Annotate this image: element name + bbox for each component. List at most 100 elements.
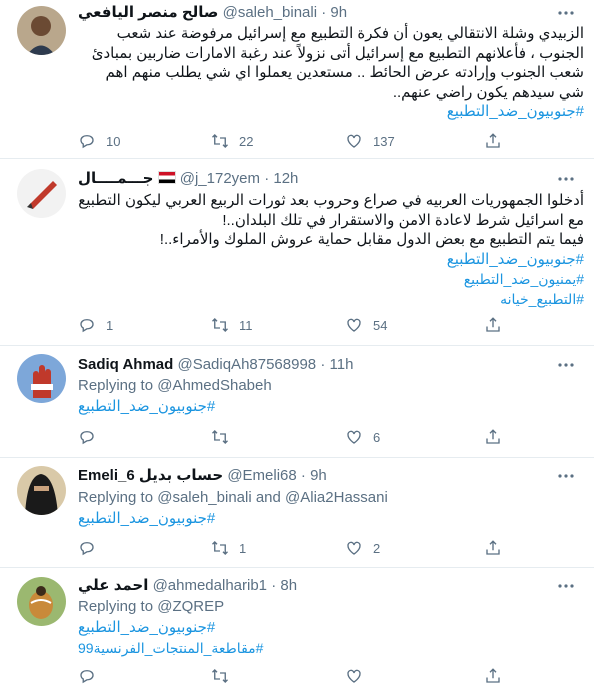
reply-button[interactable] bbox=[78, 538, 106, 558]
retweet-icon bbox=[212, 318, 228, 332]
reply-button[interactable] bbox=[78, 427, 106, 447]
tweet-header: احمد علي @ahmedalharib1 · 8h bbox=[78, 576, 297, 596]
like-count: 54 bbox=[373, 317, 388, 333]
hashtag-link[interactable]: #جنوبيون_ضد_التطبيع bbox=[92, 102, 584, 122]
retweet-icon bbox=[212, 134, 228, 148]
author-name[interactable]: صالح منصر اليافعي bbox=[78, 4, 218, 21]
more-options-icon[interactable] bbox=[556, 466, 576, 486]
author-name[interactable]: Sadiq Ahmad bbox=[78, 356, 173, 373]
avatar[interactable] bbox=[17, 169, 66, 218]
share-icon bbox=[486, 429, 500, 444]
retweet-button[interactable] bbox=[211, 666, 239, 686]
more-options-icon[interactable] bbox=[556, 169, 576, 189]
yemen-flag-icon bbox=[157, 171, 176, 184]
avatar[interactable] bbox=[17, 6, 66, 55]
heart-icon bbox=[347, 541, 361, 555]
hashtag-link[interactable]: #جنوبيون_ضد_التطبيع bbox=[78, 397, 215, 417]
share-button[interactable] bbox=[484, 666, 502, 686]
avatar[interactable] bbox=[17, 466, 66, 515]
reply-icon bbox=[80, 542, 94, 556]
share-button[interactable] bbox=[484, 315, 502, 335]
like-button[interactable] bbox=[345, 666, 373, 686]
share-button[interactable] bbox=[484, 131, 502, 151]
text-line: الجنوب ، فأعلانهم التطبيع مع إسرائيل أتى… bbox=[91, 44, 584, 62]
author-handle[interactable]: @SadiqAh87568998 bbox=[177, 356, 316, 373]
author-name[interactable]: جـــمــــال bbox=[78, 170, 153, 187]
retweet-icon bbox=[212, 541, 228, 555]
more-options-icon[interactable] bbox=[556, 355, 576, 375]
hashtag-link[interactable]: #مقاطعة_المنتجات_الفرنسية99 bbox=[78, 638, 263, 658]
author-name[interactable]: Emeli_6 حساب بديل bbox=[78, 467, 223, 484]
reply-button[interactable]: 10 bbox=[78, 131, 120, 151]
tweet-4[interactable]: Emeli_6 حساب بديل @Emeli68 · 9h Replying… bbox=[0, 458, 594, 568]
like-button[interactable]: 6 bbox=[345, 427, 380, 447]
separator-dot: · bbox=[264, 170, 270, 187]
reply-button[interactable] bbox=[78, 666, 106, 686]
retweet-button[interactable]: 1 bbox=[211, 538, 246, 558]
reply-icon bbox=[80, 319, 94, 333]
separator-dot: · bbox=[321, 4, 327, 21]
author-handle[interactable]: @Emeli68 bbox=[227, 467, 296, 484]
tweet-5[interactable]: احمد علي @ahmedalharib1 · 8h Replying to… bbox=[0, 568, 594, 693]
avatar[interactable] bbox=[17, 577, 66, 626]
separator-dot: · bbox=[271, 577, 277, 594]
timestamp[interactable]: 9h bbox=[330, 4, 347, 21]
timestamp[interactable]: 8h bbox=[280, 577, 297, 594]
timestamp[interactable]: 11h bbox=[330, 356, 354, 373]
text-line: شعب الجنوب وإرادته عرض الحائط .. مستعدين… bbox=[105, 64, 584, 81]
author-name[interactable]: احمد علي bbox=[78, 577, 148, 594]
tweet-feed: صالح منصر اليافعي @saleh_binali · 9h الز… bbox=[0, 0, 594, 693]
share-icon bbox=[486, 133, 500, 148]
reply-button[interactable]: 1 bbox=[78, 315, 113, 335]
tweet-text: أدخلوا الجمهوريات العربيه في صراع وحروب … bbox=[78, 191, 584, 308]
text-line: أدخلوا الجمهوريات العربيه في صراع وحروب … bbox=[78, 192, 584, 209]
timestamp[interactable]: 12h bbox=[273, 170, 298, 187]
author-handle[interactable]: @saleh_binali bbox=[223, 4, 317, 21]
more-options-icon[interactable] bbox=[556, 576, 576, 596]
text-line: مع اسرائيل شرط لاعادة الامن والاستقرار ف… bbox=[222, 211, 584, 229]
replying-to[interactable]: Replying to @AhmedShabeh bbox=[78, 376, 272, 396]
tweet-3[interactable]: Sadiq Ahmad @SadiqAh87568998 · 11h Reply… bbox=[0, 346, 594, 458]
like-button[interactable]: 137 bbox=[345, 131, 395, 151]
replying-to[interactable]: Replying to @saleh_binali and @Alia2Hass… bbox=[78, 488, 388, 508]
retweet-button[interactable] bbox=[211, 427, 239, 447]
separator-dot: · bbox=[320, 356, 326, 373]
share-button[interactable] bbox=[484, 538, 502, 558]
share-icon bbox=[486, 668, 500, 683]
share-button[interactable] bbox=[484, 427, 502, 447]
replying-to[interactable]: Replying to @ZQREP bbox=[78, 597, 224, 617]
hashtag-link[interactable]: #جنوبيون_ضد_التطبيع bbox=[78, 618, 215, 638]
share-icon bbox=[486, 317, 500, 332]
retweet-button[interactable]: 11 bbox=[211, 315, 253, 335]
hashtag-link[interactable]: #جنوبيون_ضد_التطبيع bbox=[78, 250, 584, 270]
author-handle[interactable]: @j_172yem bbox=[180, 170, 260, 187]
avatar[interactable] bbox=[17, 354, 66, 403]
retweet-count: 22 bbox=[239, 133, 254, 149]
text-line: فيما يتم التطبيع مع بعض الدول مقابل حماي… bbox=[159, 231, 584, 248]
retweet-button[interactable]: 22 bbox=[211, 131, 253, 151]
retweet-icon bbox=[212, 669, 228, 683]
tweet-header: جـــمــــال @j_172yem · 12h bbox=[78, 169, 298, 189]
tweet-actions: 6 bbox=[78, 427, 578, 447]
hashtag-link[interactable]: #جنوبيون_ضد_التطبيع bbox=[78, 509, 215, 529]
tweet-actions: 10 22 137 bbox=[78, 131, 578, 151]
reply-count: 1 bbox=[106, 317, 114, 333]
retweet-count: 1 bbox=[239, 540, 247, 556]
tweet-1[interactable]: صالح منصر اليافعي @saleh_binali · 9h الز… bbox=[0, 0, 594, 159]
retweet-count: 11 bbox=[239, 317, 253, 333]
heart-icon bbox=[347, 669, 361, 683]
tweet-header: صالح منصر اليافعي @saleh_binali · 9h bbox=[78, 3, 347, 23]
like-button[interactable]: 54 bbox=[345, 315, 387, 335]
like-button[interactable]: 2 bbox=[345, 538, 380, 558]
more-options-icon[interactable] bbox=[556, 3, 576, 23]
separator-dot: · bbox=[300, 467, 306, 484]
heart-icon bbox=[347, 134, 361, 148]
hashtag-link[interactable]: #يمنيون_ضد_التطبيع bbox=[78, 269, 584, 289]
author-handle[interactable]: @ahmedalharib1 bbox=[153, 577, 267, 594]
like-count: 6 bbox=[373, 429, 381, 445]
tweet-actions: 1 11 54 bbox=[78, 315, 578, 335]
retweet-icon bbox=[212, 430, 228, 444]
hashtag-link[interactable]: #التطبيع_خيانه bbox=[78, 289, 584, 309]
tweet-2[interactable]: جـــمــــال @j_172yem · 12h أدخلوا الجمه… bbox=[0, 159, 594, 346]
timestamp[interactable]: 9h bbox=[310, 467, 327, 484]
